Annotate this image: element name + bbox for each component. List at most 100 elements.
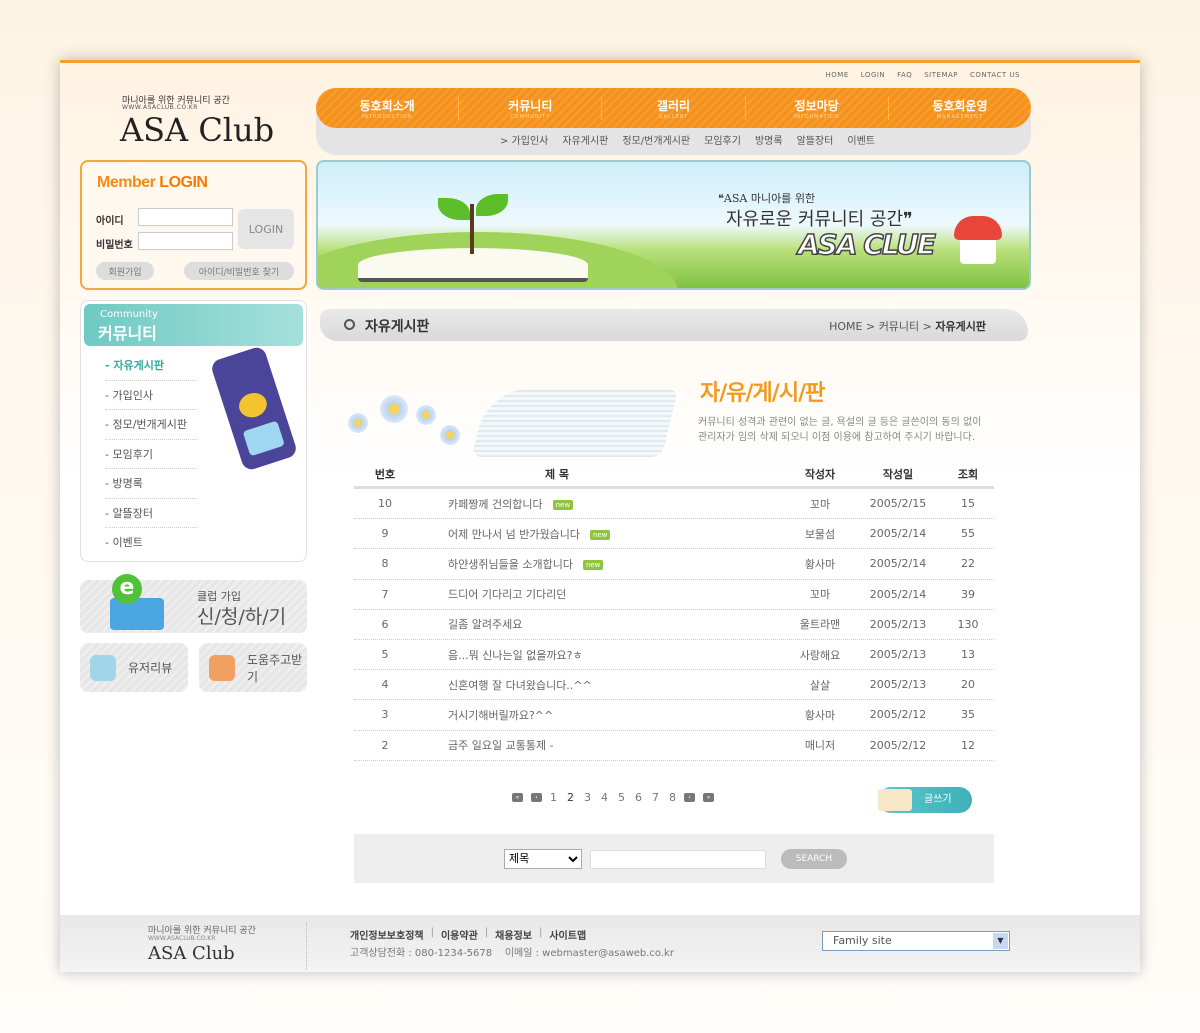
sidebar-item-greetings[interactable]: - 가입인사 <box>105 381 197 410</box>
sidebar-item-free-board[interactable]: - 자유게시판 <box>105 351 197 381</box>
id-input[interactable] <box>138 208 233 226</box>
family-site-select[interactable]: Family site ▼ <box>822 931 1010 951</box>
row-views: 39 <box>961 587 975 601</box>
row-title-link[interactable]: 카페짱께 건의합니다 <box>448 498 543 511</box>
row-views: 130 <box>957 617 979 631</box>
footer-link-sitemap[interactable]: 사이트맵 <box>549 927 586 942</box>
login-title: Member LOGIN <box>97 174 208 191</box>
sidebar-title-en: Community <box>100 309 158 320</box>
row-number: 9 <box>381 527 389 541</box>
join-button[interactable]: 회원가입 <box>96 262 154 280</box>
row-title-cell: 카페짱께 건의합니다 new <box>416 496 786 512</box>
page-link[interactable]: 3 <box>584 791 591 804</box>
password-input[interactable] <box>138 232 233 250</box>
first-page-icon[interactable]: « <box>512 793 523 802</box>
top-link-login[interactable]: LOGIN <box>861 71 885 79</box>
nav-management[interactable]: 동호회운영 MANAGEMENT <box>889 97 1031 120</box>
newspaper-graphic <box>471 389 679 457</box>
write-button[interactable]: 글쓰기 <box>878 787 972 813</box>
row-date: 2005/2/13 <box>869 617 927 631</box>
row-date: 2005/2/12 <box>869 738 927 752</box>
subnav-item[interactable]: 자유게시판 <box>562 132 608 147</box>
row-title-cell: 어제 만나서 넘 반가웠습니다 new <box>416 526 786 542</box>
row-views: 35 <box>961 708 975 722</box>
logo[interactable]: ASA Club <box>120 111 274 149</box>
top-link-sitemap[interactable]: SITEMAP <box>924 71 958 79</box>
row-title-link[interactable]: 거시기해버릴까요?^^ <box>448 709 553 722</box>
footer-link-jobs[interactable]: 채용정보 <box>495 927 532 942</box>
banner-line1: ❝ASA 마니아를 위한 <box>718 192 816 205</box>
help-button[interactable]: 도움주고받기 <box>199 643 307 692</box>
table-row[interactable]: 10 카페짱께 건의합니다 new 꼬마 2005/2/15 15 <box>354 489 994 520</box>
nav-sub: COMMUNITY <box>510 113 551 120</box>
row-title-cell: 신혼여행 잘 다녀왔습니다..^^ <box>416 677 786 693</box>
top-link-contact[interactable]: CONTACT US <box>970 71 1020 79</box>
prev-page-icon[interactable]: ‹ <box>531 793 542 802</box>
page-link[interactable]: 2 <box>567 791 574 804</box>
sidebar-item-reviews[interactable]: - 모임후기 <box>105 440 197 469</box>
row-title-link[interactable]: 어제 만나서 넘 반가웠습니다 <box>448 528 580 541</box>
last-page-icon[interactable]: » <box>703 793 714 802</box>
nav-introduction[interactable]: 동호회소개 INTRODUCTION <box>316 96 460 120</box>
nav-community[interactable]: 커뮤니티 COMMUNITY <box>459 96 603 120</box>
search-button[interactable]: SEARCH <box>781 849 847 869</box>
sidebar-item-meetup-board[interactable]: - 정모/번개게시판 <box>105 410 197 440</box>
row-number: 4 <box>381 678 389 692</box>
top-link-home[interactable]: HOME <box>826 71 849 79</box>
footer-link-terms[interactable]: 이용약관 <box>441 927 478 942</box>
table-row[interactable]: 9 어제 만나서 넘 반가웠습니다 new 보물섬 2005/2/14 55 <box>354 519 994 550</box>
breadcrumb: HOME > 커뮤니티 > 자유게시판 <box>829 320 986 333</box>
table-row[interactable]: 6 길좀 알려주세요 울트라맨 2005/2/13 130 <box>354 610 994 640</box>
subnav-item[interactable]: 알뜰장터 <box>797 132 834 147</box>
col-views: 조회 <box>957 467 979 481</box>
subnav-item[interactable]: 정모/번개게시판 <box>622 132 690 147</box>
main-nav: 동호회소개 INTRODUCTION 커뮤니티 COMMUNITY 갤러리 GALLE… <box>316 88 1031 128</box>
subnav-item[interactable]: 이벤트 <box>847 132 875 147</box>
footer-link-privacy[interactable]: 개인정보보호정책 <box>350 927 424 942</box>
row-title-link[interactable]: 음...뭐 신나는일 없을까요?ㅎ <box>448 649 583 662</box>
nav-gallery[interactable]: 갤러리 GALLERY <box>602 96 746 120</box>
sidebar-item-market[interactable]: - 알뜰장터 <box>105 499 197 528</box>
page-link[interactable]: 8 <box>669 791 676 804</box>
nav-label: 정보마당 <box>794 98 839 113</box>
row-title-link[interactable]: 드디어 기다리고 기다리던 <box>448 588 566 601</box>
help-icon <box>209 655 235 681</box>
crumb-home[interactable]: HOME <box>829 320 862 333</box>
page-link[interactable]: 4 <box>601 791 608 804</box>
subnav-item[interactable]: 방명록 <box>755 132 783 147</box>
club-join-banner[interactable]: e 클럽 가입 신/청/하/기 <box>80 574 307 633</box>
search-field-select[interactable]: 제목 <box>504 849 582 869</box>
board-table: 번호 제 목 작성자 작성일 조회 10 카페짱께 건의합니다 new 꼬마 20… <box>354 461 994 761</box>
table-row[interactable]: 2 금주 일요일 교통통제 - 매니저 2005/2/12 12 <box>354 731 994 761</box>
user-review-button[interactable]: 유저리뷰 <box>80 643 188 692</box>
board-description: 커뮤니티 성격과 관련이 없는 글, 욕설의 글 등은 글쓴이의 동의 없이 관리… <box>698 417 982 443</box>
sidebar-header: Community 커뮤니티 <box>84 304 303 346</box>
nav-information[interactable]: 정보마당 INFORMATION <box>746 96 889 120</box>
subnav-item[interactable]: > 가입인사 <box>500 132 548 147</box>
top-link-faq[interactable]: FAQ <box>897 71 912 79</box>
sidebar-item-guestbook[interactable]: - 방명록 <box>105 469 197 499</box>
page-link[interactable]: 6 <box>635 791 642 804</box>
row-title-link[interactable]: 하얀생쥐님들을 소개합니다 <box>448 558 573 571</box>
find-account-button[interactable]: 아이디/비밀번호 찾기 <box>184 262 294 280</box>
search-input[interactable] <box>590 850 766 869</box>
table-row[interactable]: 7 드디어 기다리고 기다리던 꼬마 2005/2/14 39 <box>354 580 994 610</box>
row-number: 10 <box>378 497 392 511</box>
table-row[interactable]: 8 하얀생쥐님들을 소개합니다 new 황사마 2005/2/14 22 <box>354 549 994 580</box>
row-title-link[interactable]: 길좀 알려주세요 <box>448 618 522 631</box>
flower-graphic <box>380 395 408 423</box>
table-row[interactable]: 3 거시기해버릴까요?^^ 황사마 2005/2/12 35 <box>354 700 994 731</box>
table-row[interactable]: 5 음...뭐 신나는일 없을까요?ㅎ 사랑해요 2005/2/13 13 <box>354 640 994 671</box>
table-row[interactable]: 4 신혼여행 잘 다녀왔습니다..^^ 살살 2005/2/13 20 <box>354 670 994 701</box>
sidebar-item-events[interactable]: - 이벤트 <box>105 528 197 558</box>
login-button[interactable]: LOGIN <box>238 209 294 249</box>
new-badge: new <box>589 529 611 540</box>
page-link[interactable]: 1 <box>550 791 557 804</box>
next-page-icon[interactable]: › <box>684 793 695 802</box>
row-title-link[interactable]: 신혼여행 잘 다녀왔습니다..^^ <box>448 679 592 692</box>
page-link[interactable]: 7 <box>652 791 659 804</box>
page-link[interactable]: 5 <box>618 791 625 804</box>
subnav-item[interactable]: 모임후기 <box>704 132 741 147</box>
row-title-link[interactable]: 금주 일요일 교통통제 - <box>448 739 554 752</box>
crumb-community[interactable]: 커뮤니티 <box>879 320 919 333</box>
